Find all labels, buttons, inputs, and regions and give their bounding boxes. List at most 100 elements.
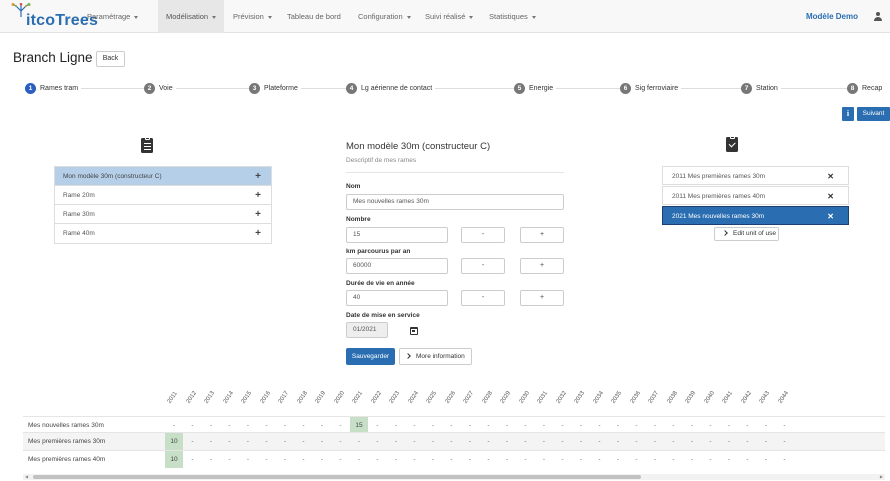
step-2[interactable]: 2 Voie — [144, 82, 176, 94]
nav-item-label: Prévision — [233, 12, 264, 21]
save-button[interactable]: Sauvegarder — [346, 348, 395, 365]
unit-list-item[interactable]: 2021 Mes nouvelles rames 30m ✕ — [662, 206, 849, 225]
model-label: Rame 20m — [63, 192, 95, 199]
more-information-button[interactable]: More information — [399, 348, 472, 365]
edit-unit-button[interactable]: Edit unit of use — [714, 227, 779, 241]
year-label: 2016 — [259, 390, 272, 405]
date-label: Date de mise en service — [346, 312, 420, 319]
step-4[interactable]: 4 Lg aérienne de contact — [346, 82, 436, 94]
scrollbar-thumb[interactable] — [33, 475, 641, 479]
year-label: 2031 — [536, 390, 550, 405]
model-list-item[interactable]: Mon modèle 30m (constructeur C) + — [55, 167, 271, 186]
next-button[interactable]: Suivant — [857, 107, 890, 121]
nombre-input[interactable]: 15 — [346, 227, 448, 243]
nav-item-5[interactable]: Suivi réalisé — [417, 0, 481, 33]
step-7[interactable]: 7 Station — [741, 82, 781, 94]
timeline-cell: - — [191, 456, 194, 463]
plus-icon[interactable]: + — [255, 186, 261, 205]
nav-item-6[interactable]: Statistiques — [481, 0, 544, 33]
step-8[interactable]: 8 Recap — [847, 82, 886, 94]
unit-list-item[interactable]: 2011 Mes premières rames 40m ✕ — [662, 186, 849, 205]
nav-item-label: Modélisation — [166, 12, 209, 21]
info-button[interactable]: i — [842, 107, 854, 121]
step-3[interactable]: 3 Plateforme — [249, 82, 301, 94]
step-1[interactable]: 1 Rames tram — [25, 82, 82, 94]
timeline-cell: - — [524, 438, 527, 445]
timeline-cell: - — [283, 456, 287, 463]
timeline-cell: - — [431, 456, 435, 463]
nombre-decrement-button[interactable]: - — [461, 227, 505, 243]
model-list: Mon modèle 30m (constructeur C) + Rame 20m… — [54, 166, 272, 244]
date-input[interactable]: 01/2021 — [346, 322, 388, 338]
caret-down-icon — [406, 15, 411, 19]
model-list-item[interactable]: Rame 40m + — [55, 224, 271, 243]
step-number: 6 — [620, 82, 631, 94]
timeline-cell: - — [413, 456, 416, 463]
duree-label: Durée de vie en année — [346, 280, 415, 287]
scroll-right-icon[interactable]: ▶ — [880, 475, 883, 479]
year-label: 2015 — [240, 390, 254, 405]
model-label: Rame 40m — [63, 230, 95, 237]
close-icon[interactable]: ✕ — [827, 207, 834, 226]
scroll-left-icon[interactable]: ◀ — [25, 475, 28, 479]
plus-icon[interactable]: + — [255, 167, 261, 186]
nav-item-4[interactable]: Configuration — [350, 0, 419, 33]
year-label: 2012 — [185, 390, 198, 405]
unit-label: 2011 Mes premières rames 30m — [672, 173, 766, 180]
timeline-cell: - — [487, 456, 490, 463]
year-label: 2033 — [573, 390, 587, 405]
nav-item-1[interactable]: Modélisation — [158, 0, 225, 33]
nom-input[interactable]: Mes nouvelles rames 30m — [346, 194, 564, 210]
nav-item-label: Suivi réalisé — [425, 12, 466, 21]
horizontal-scrollbar[interactable]: ◀ ▶ — [23, 474, 885, 480]
km-decrement-button[interactable]: - — [461, 258, 505, 274]
timeline-cell: - — [450, 456, 453, 463]
user-menu[interactable]: Modèle Demo — [806, 0, 858, 33]
back-button[interactable]: Back — [96, 51, 125, 67]
year-label: 2014 — [222, 390, 235, 405]
km-increment-button[interactable]: + — [520, 258, 564, 274]
year-label: 2032 — [555, 390, 568, 405]
plus-icon[interactable]: + — [255, 224, 261, 243]
duree-input[interactable]: 40 — [346, 290, 448, 306]
timeline-cell: - — [246, 438, 250, 445]
nombre-label: Nombre — [346, 216, 371, 223]
km-label: km parcourus par an — [346, 248, 411, 255]
form-title: Mon modèle 30m (constructeur C) — [346, 141, 491, 152]
step-number: 7 — [741, 82, 752, 94]
caret-down-icon — [212, 15, 217, 19]
caret-down-icon — [134, 15, 139, 19]
nav-item-3[interactable]: Tableau de bord — [279, 0, 349, 33]
timeline-cell: - — [690, 438, 694, 445]
timeline-cell: - — [320, 438, 324, 445]
model-list-item[interactable]: Rame 30m + — [55, 205, 271, 224]
km-input[interactable]: 60000 — [346, 258, 448, 274]
plus-icon[interactable]: + — [255, 205, 261, 224]
clipboard-list-icon — [141, 136, 153, 153]
unit-label: 2011 Mes premières rames 40m — [672, 193, 766, 200]
timeline-cell: - — [579, 456, 583, 463]
close-icon[interactable]: ✕ — [827, 187, 834, 206]
duree-increment-button[interactable]: + — [520, 290, 564, 306]
model-list-item[interactable]: Rame 20m + — [55, 186, 271, 205]
duree-decrement-button[interactable]: - — [461, 290, 505, 306]
user-icon[interactable] — [873, 12, 882, 21]
caret-down-icon — [469, 15, 474, 19]
step-5[interactable]: 5 Energie — [514, 82, 557, 94]
nav-item-label: Paramétrage — [87, 12, 131, 21]
timeline-cell: - — [635, 438, 638, 445]
step-number: 3 — [249, 82, 260, 94]
page-title: Branch Ligne 1 — [13, 50, 104, 65]
nombre-increment-button[interactable]: + — [520, 227, 564, 243]
timeline-cell: 10 — [165, 433, 183, 450]
nav-item-0[interactable]: Paramétrage — [79, 0, 146, 33]
close-icon[interactable]: ✕ — [827, 167, 834, 186]
step-6[interactable]: 6 Sig ferroviaire — [620, 82, 682, 94]
calendar-icon[interactable] — [410, 327, 418, 335]
unit-list-item[interactable]: 2011 Mes premières rames 30m ✕ — [662, 166, 849, 185]
nav-item-2[interactable]: Prévision — [225, 0, 280, 33]
timeline-cell: - — [487, 438, 490, 445]
step-label: Energie — [529, 84, 554, 92]
timeline-cell: - — [468, 438, 472, 445]
timeline-cell: - — [339, 456, 342, 463]
